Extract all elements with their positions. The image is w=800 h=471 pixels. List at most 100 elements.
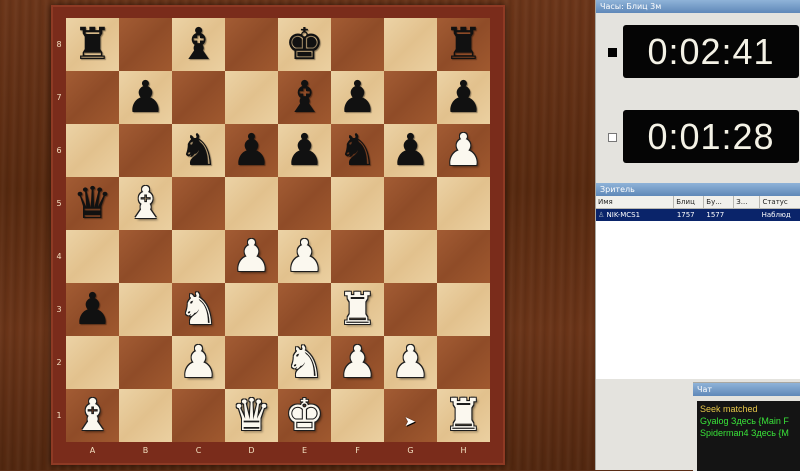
square-d3[interactable] xyxy=(225,283,278,336)
square-e6[interactable]: ♟ xyxy=(278,124,331,177)
square-d7[interactable] xyxy=(225,71,278,124)
square-b6[interactable] xyxy=(119,124,172,177)
table-row[interactable]: ♙ NIK-MCS1 1757 1577 Наблюд xyxy=(596,209,800,221)
square-a1[interactable]: ♝ xyxy=(66,389,119,442)
col-name[interactable]: Имя xyxy=(596,196,675,208)
square-a3[interactable]: ♟ xyxy=(66,283,119,336)
black-king-icon[interactable]: ♚ xyxy=(285,18,324,71)
square-h1[interactable]: ♜ xyxy=(437,389,490,442)
square-h7[interactable]: ♟ xyxy=(437,71,490,124)
square-h6[interactable]: ♟ xyxy=(437,124,490,177)
col-bullet[interactable]: Бу... xyxy=(704,196,735,208)
square-e8[interactable]: ♚ xyxy=(278,18,331,71)
white-queen-icon[interactable]: ♛ xyxy=(232,389,271,442)
square-a2[interactable] xyxy=(66,336,119,389)
square-g8[interactable] xyxy=(384,18,437,71)
square-f8[interactable] xyxy=(331,18,384,71)
square-c2[interactable]: ♟ xyxy=(172,336,225,389)
col-status[interactable]: Статус xyxy=(760,196,800,208)
black-pawn-icon[interactable]: ♟ xyxy=(338,71,377,124)
square-e4[interactable]: ♟ xyxy=(278,230,331,283)
square-f3[interactable]: ♜ xyxy=(331,283,384,336)
black-bishop-icon[interactable]: ♝ xyxy=(179,18,218,71)
white-king-icon[interactable]: ♚ xyxy=(285,389,324,442)
square-f4[interactable] xyxy=(331,230,384,283)
square-a6[interactable] xyxy=(66,124,119,177)
square-d1[interactable]: ♛ xyxy=(225,389,278,442)
white-knight-icon[interactable]: ♞ xyxy=(179,283,218,336)
square-a7[interactable] xyxy=(66,71,119,124)
black-knight-icon[interactable]: ♞ xyxy=(338,124,377,177)
white-knight-icon[interactable]: ♞ xyxy=(285,336,324,389)
square-f7[interactable]: ♟ xyxy=(331,71,384,124)
square-d4[interactable]: ♟ xyxy=(225,230,278,283)
square-b1[interactable] xyxy=(119,389,172,442)
square-e7[interactable]: ♝ xyxy=(278,71,331,124)
square-e2[interactable]: ♞ xyxy=(278,336,331,389)
square-b3[interactable] xyxy=(119,283,172,336)
square-d6[interactable]: ♟ xyxy=(225,124,278,177)
square-c4[interactable] xyxy=(172,230,225,283)
square-h2[interactable] xyxy=(437,336,490,389)
square-c1[interactable] xyxy=(172,389,225,442)
square-g4[interactable] xyxy=(384,230,437,283)
square-b5[interactable]: ♝ xyxy=(119,177,172,230)
square-h3[interactable] xyxy=(437,283,490,336)
chat-messages[interactable]: Seek matched Gyalog Здесь {Main F Spider… xyxy=(697,401,800,471)
white-pawn-icon[interactable]: ♟ xyxy=(285,230,324,283)
black-pawn-icon[interactable]: ♟ xyxy=(391,124,430,177)
square-b8[interactable] xyxy=(119,18,172,71)
white-pawn-icon[interactable]: ♟ xyxy=(338,336,377,389)
black-pawn-icon[interactable]: ♟ xyxy=(285,124,324,177)
black-pawn-icon[interactable]: ♟ xyxy=(232,124,271,177)
white-pawn-icon[interactable]: ♟ xyxy=(179,336,218,389)
square-a5[interactable]: ♛ xyxy=(66,177,119,230)
square-e1[interactable]: ♚ xyxy=(278,389,331,442)
square-e3[interactable] xyxy=(278,283,331,336)
black-bishop-icon[interactable]: ♝ xyxy=(285,71,324,124)
white-bishop-icon[interactable]: ♝ xyxy=(126,177,165,230)
square-d5[interactable] xyxy=(225,177,278,230)
square-c6[interactable]: ♞ xyxy=(172,124,225,177)
black-rook-icon[interactable]: ♜ xyxy=(444,18,483,71)
black-pawn-icon[interactable]: ♟ xyxy=(126,71,165,124)
square-e5[interactable] xyxy=(278,177,331,230)
black-pawn-icon[interactable]: ♟ xyxy=(444,71,483,124)
square-f6[interactable]: ♞ xyxy=(331,124,384,177)
black-pawn-icon[interactable]: ♟ xyxy=(73,283,112,336)
col-blitz[interactable]: Блиц xyxy=(674,196,705,208)
square-a8[interactable]: ♜ xyxy=(66,18,119,71)
square-g7[interactable] xyxy=(384,71,437,124)
square-c8[interactable]: ♝ xyxy=(172,18,225,71)
square-c7[interactable] xyxy=(172,71,225,124)
square-h4[interactable] xyxy=(437,230,490,283)
spectator-list[interactable]: ♙ NIK-MCS1 1757 1577 Наблюд xyxy=(596,209,800,379)
square-h5[interactable] xyxy=(437,177,490,230)
square-b7[interactable]: ♟ xyxy=(119,71,172,124)
white-rook-icon[interactable]: ♜ xyxy=(444,389,483,442)
col-z[interactable]: З... xyxy=(734,196,761,208)
square-g3[interactable] xyxy=(384,283,437,336)
square-d2[interactable] xyxy=(225,336,278,389)
square-d8[interactable] xyxy=(225,18,278,71)
square-a4[interactable] xyxy=(66,230,119,283)
black-queen-icon[interactable]: ♛ xyxy=(73,177,112,230)
square-c5[interactable] xyxy=(172,177,225,230)
square-g5[interactable] xyxy=(384,177,437,230)
chess-board[interactable]: ♜ ♝ ♚ ♜ ♟ ♝ ♟ ♟ ♞ ♟ ♟ ♞ ♟ ♟ ♛ ♝ ♟ ♟ ♟ ♞ ♜ ♟ ♞ ♟ ♟ ♝ ♛ ♚ ♜ xyxy=(66,18,490,442)
square-f5[interactable] xyxy=(331,177,384,230)
square-f1[interactable] xyxy=(331,389,384,442)
square-g6[interactable]: ♟ xyxy=(384,124,437,177)
white-pawn-icon[interactable]: ♟ xyxy=(391,336,430,389)
white-bishop-icon[interactable]: ♝ xyxy=(73,389,112,442)
square-b4[interactable] xyxy=(119,230,172,283)
square-b2[interactable] xyxy=(119,336,172,389)
square-h8[interactable]: ♜ xyxy=(437,18,490,71)
black-rook-icon[interactable]: ♜ xyxy=(73,18,112,71)
black-knight-icon[interactable]: ♞ xyxy=(179,124,218,177)
white-pawn-icon[interactable]: ♟ xyxy=(232,230,271,283)
square-g2[interactable]: ♟ xyxy=(384,336,437,389)
white-rook-icon[interactable]: ♜ xyxy=(338,283,377,336)
square-c3[interactable]: ♞ xyxy=(172,283,225,336)
white-pawn-icon[interactable]: ♟ xyxy=(444,124,483,177)
